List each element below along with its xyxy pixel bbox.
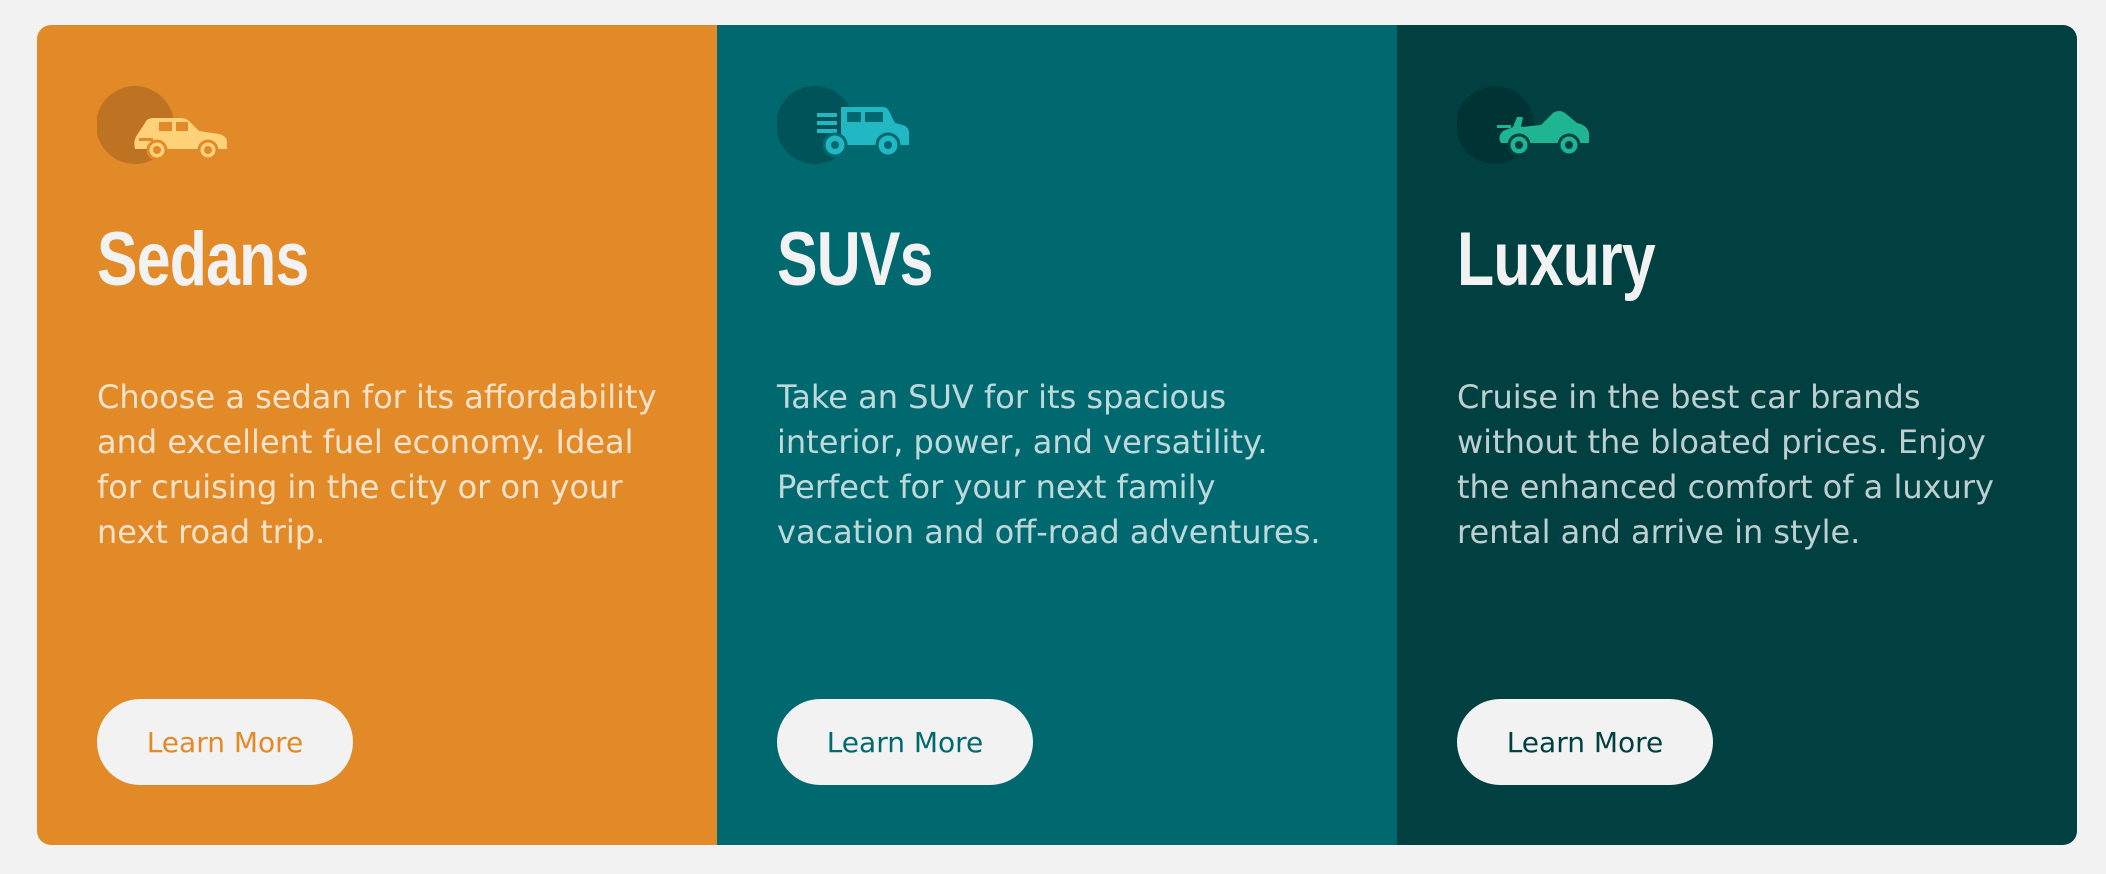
luxury-car-icon	[1457, 85, 1597, 175]
card-description: Cruise in the best car brands without th…	[1457, 378, 1994, 551]
suv-icon	[777, 85, 917, 175]
learn-more-button[interactable]: Learn More	[1457, 699, 1713, 785]
luxury-card: Luxury Cruise in the best car brands wit…	[1397, 25, 2077, 845]
card-title: SUVs	[777, 217, 933, 302]
suvs-card: SUVs Take an SUV for its spacious interi…	[717, 25, 1397, 845]
card-description: Choose a sedan for its affordability and…	[97, 378, 657, 551]
learn-more-button[interactable]: Learn More	[97, 699, 353, 785]
sedan-icon	[97, 85, 237, 175]
car-category-cards: Sedans Choose a sedan for its affordabil…	[37, 25, 2077, 845]
sedans-card: Sedans Choose a sedan for its affordabil…	[37, 25, 717, 845]
learn-more-button[interactable]: Learn More	[777, 699, 1033, 785]
card-description: Take an SUV for its spacious interior, p…	[777, 378, 1321, 551]
card-title: Sedans	[97, 217, 309, 302]
card-title: Luxury	[1457, 217, 1656, 302]
